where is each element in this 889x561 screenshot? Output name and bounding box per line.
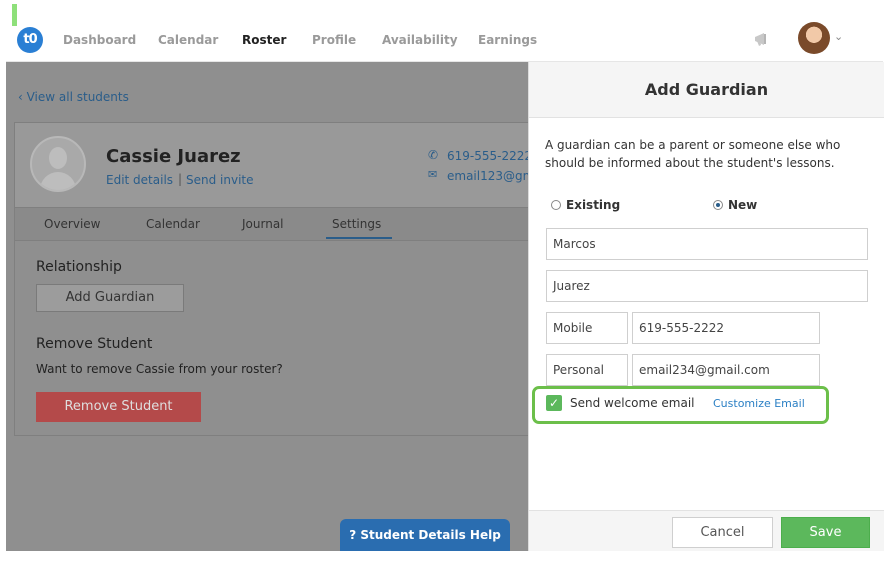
student-email[interactable]: email123@gmail.com	[447, 169, 528, 183]
send-welcome-label[interactable]: Send welcome email	[570, 396, 695, 410]
tab-calendar[interactable]: Calendar	[146, 217, 200, 231]
remove-student-text: Want to remove Cassie from your roster?	[36, 362, 283, 376]
first-name-field[interactable]: Marcos	[546, 228, 868, 260]
remove-student-button[interactable]: Remove Student	[36, 392, 201, 422]
nav-dashboard[interactable]: Dashboard	[63, 33, 136, 47]
radio-existing-dot[interactable]	[551, 200, 561, 210]
chevron-down-icon[interactable]: ⌄	[834, 30, 843, 43]
active-tab-indicator	[326, 237, 392, 239]
nav-profile[interactable]: Profile	[312, 33, 356, 47]
nav-availability[interactable]: Availability	[382, 33, 458, 47]
save-button[interactable]: Save	[781, 517, 870, 548]
phone-field[interactable]: 619-555-2222	[632, 312, 820, 344]
customize-email-link[interactable]: Customize Email	[713, 397, 805, 410]
cancel-button[interactable]: Cancel	[672, 517, 773, 548]
student-page-overlay: ‹ View all students Cassie Juarez Edit d…	[6, 62, 528, 551]
add-guardian-panel: Add Guardian A guardian can be a parent …	[528, 62, 884, 551]
radio-existing-label: Existing	[566, 198, 621, 212]
view-all-students-link[interactable]: ‹ View all students	[18, 90, 129, 104]
tab-overview[interactable]: Overview	[44, 217, 101, 231]
top-navigation: t0 Dashboard Calendar Roster Profile Ava…	[6, 4, 883, 62]
panel-description: A guardian can be a parent or someone el…	[545, 138, 841, 170]
student-name: Cassie Juarez	[106, 146, 241, 167]
tab-settings[interactable]: Settings	[332, 217, 381, 231]
student-avatar	[30, 136, 86, 192]
nav-roster[interactable]: Roster	[242, 33, 286, 47]
send-invite-link[interactable]: Send invite	[186, 173, 254, 187]
email-type-select[interactable]: Personal	[546, 354, 628, 386]
window-marker	[12, 4, 17, 26]
mail-icon: ✉	[428, 168, 438, 181]
app-logo[interactable]: t0	[17, 27, 43, 53]
relationship-heading: Relationship	[36, 259, 122, 275]
nav-earnings[interactable]: Earnings	[478, 33, 537, 47]
student-phone[interactable]: 619-555-2222	[447, 149, 528, 163]
add-guardian-button[interactable]: Add Guardian	[36, 284, 184, 312]
panel-title: Add Guardian	[529, 62, 884, 118]
radio-new-dot[interactable]	[713, 200, 723, 210]
radio-new[interactable]: New	[713, 198, 757, 212]
radio-existing[interactable]: Existing	[551, 198, 620, 212]
tab-journal[interactable]: Journal	[242, 217, 284, 231]
last-name-field[interactable]: Juarez	[546, 270, 868, 302]
student-card	[14, 122, 528, 207]
radio-new-label: New	[728, 198, 758, 212]
phone-type-select[interactable]: Mobile	[546, 312, 628, 344]
email-field[interactable]: email234@gmail.com	[632, 354, 820, 386]
phone-icon: ✆	[428, 148, 439, 162]
link-separator: |	[178, 172, 183, 186]
megaphone-icon[interactable]	[752, 29, 772, 49]
edit-details-link[interactable]: Edit details	[106, 173, 173, 187]
user-avatar[interactable]	[798, 22, 830, 54]
student-details-help-button[interactable]: ? Student Details Help	[340, 519, 510, 551]
send-welcome-checkbox[interactable]: ✓	[546, 395, 562, 411]
remove-student-heading: Remove Student	[36, 336, 153, 352]
nav-calendar[interactable]: Calendar	[158, 33, 218, 47]
